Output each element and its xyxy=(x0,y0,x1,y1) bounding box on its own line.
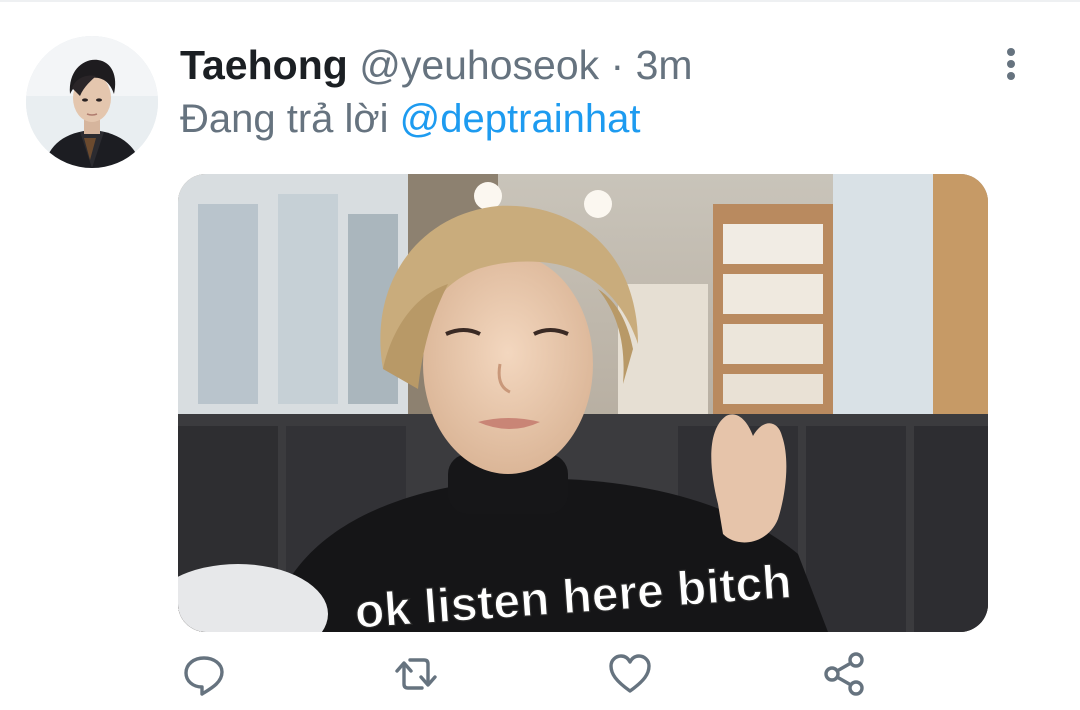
replying-to-label: Đang trả lời xyxy=(180,97,389,141)
tweet-media-image[interactable]: ok listen here bitch xyxy=(178,174,988,632)
share-icon[interactable] xyxy=(820,650,868,698)
avatar[interactable] xyxy=(26,36,158,168)
separator-dot: · xyxy=(610,42,625,88)
reply-icon[interactable] xyxy=(180,650,228,698)
author-name[interactable]: Taehong xyxy=(180,42,348,88)
meme-photo xyxy=(178,174,988,632)
heart-icon[interactable] xyxy=(606,650,654,698)
retweet-icon[interactable] xyxy=(392,650,440,698)
top-divider xyxy=(0,0,1080,2)
avatar-image xyxy=(26,36,158,168)
more-options-icon[interactable] xyxy=(994,44,1028,84)
tweet-time[interactable]: 3m xyxy=(636,42,693,88)
author-handle[interactable]: @yeuhoseok xyxy=(359,42,599,88)
tweet-actions xyxy=(0,650,1080,706)
replying-to: Đang trả lời @deptrainhat xyxy=(180,94,640,144)
tweet-header: Taehong @yeuhoseok · 3m xyxy=(180,40,693,90)
replying-to-mention[interactable]: @deptrainhat xyxy=(400,97,641,141)
